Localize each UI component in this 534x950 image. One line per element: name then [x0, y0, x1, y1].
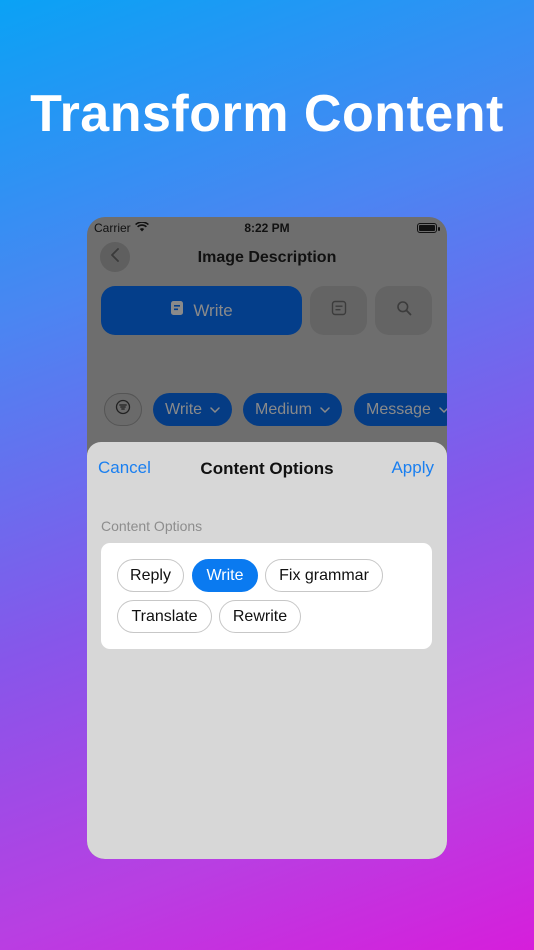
option-reply[interactable]: Reply [117, 559, 184, 592]
chip-label: Message [366, 400, 431, 418]
filter-button[interactable] [104, 393, 142, 426]
search-icon [396, 300, 412, 321]
option-fix-grammar[interactable]: Fix grammar [265, 559, 383, 592]
option-write[interactable]: Write [192, 559, 258, 592]
chevron-down-icon [439, 401, 447, 419]
search-button[interactable] [375, 286, 432, 335]
filter-icon [115, 399, 131, 420]
cancel-button[interactable]: Cancel [98, 458, 151, 478]
status-bar: Carrier 8:22 PM [87, 217, 447, 239]
note-icon [170, 300, 184, 321]
wifi-icon [134, 221, 149, 235]
chevron-down-icon [320, 401, 330, 419]
chip-message[interactable]: Message [354, 393, 447, 426]
options-card: Reply Write Fix grammar Translate Rewrit… [101, 543, 432, 649]
carrier-label: Carrier [94, 221, 131, 235]
chip-write[interactable]: Write [153, 393, 233, 426]
chip-medium[interactable]: Medium [243, 393, 342, 426]
apply-button[interactable]: Apply [391, 458, 434, 478]
document-button[interactable] [310, 286, 367, 335]
chip-label: Medium [255, 400, 312, 418]
chevron-down-icon [210, 401, 220, 419]
write-mode-button[interactable]: Write [101, 286, 302, 335]
document-icon [331, 300, 347, 321]
sheet-header: Cancel Content Options Apply [87, 454, 447, 482]
navigation-bar: Image Description [87, 241, 447, 275]
option-translate[interactable]: Translate [117, 600, 212, 633]
page-title: Image Description [197, 249, 337, 266]
write-mode-label: Write [193, 300, 233, 320]
content-options-sheet: Cancel Content Options Apply Content Opt… [87, 442, 447, 859]
battery-icon [417, 223, 440, 233]
phone-screen: Carrier 8:22 PM Image Description Write [87, 217, 447, 859]
marketing-headline: Transform Content [30, 85, 504, 143]
section-label: Content Options [101, 518, 203, 534]
filter-chips-row: Write Medium Message [87, 393, 447, 426]
option-rewrite[interactable]: Rewrite [219, 600, 301, 633]
chip-label: Write [165, 400, 203, 418]
